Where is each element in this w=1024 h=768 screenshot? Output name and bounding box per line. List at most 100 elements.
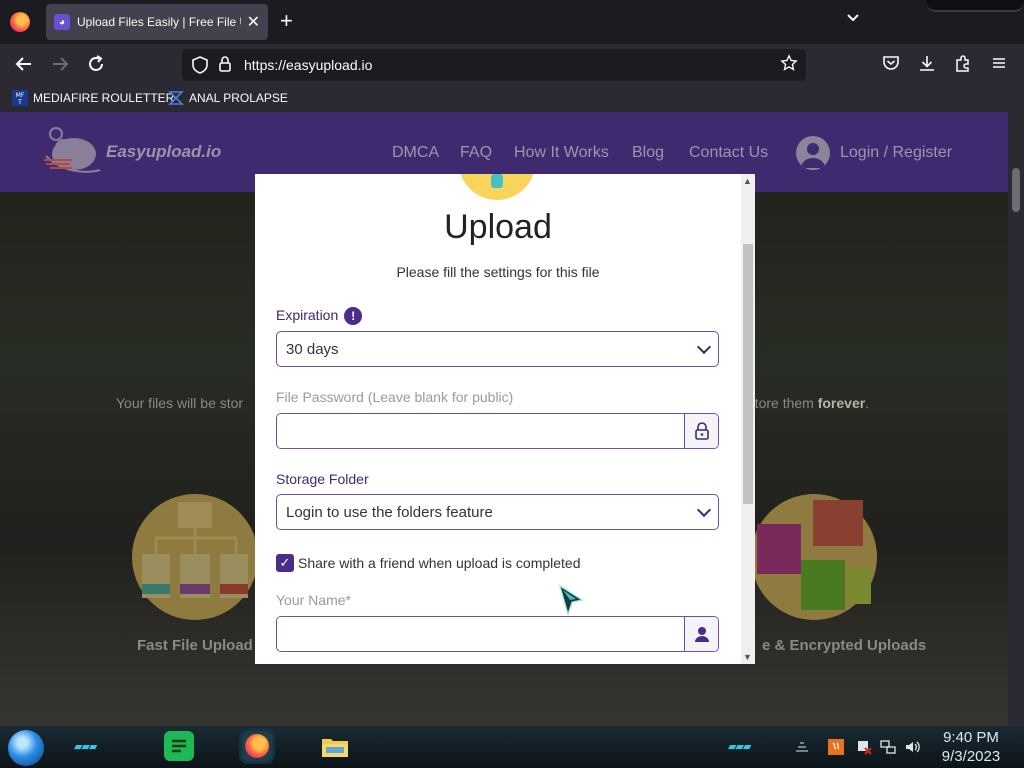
expiration-select[interactable]: 30 days bbox=[276, 331, 719, 367]
info-exclamation-icon[interactable]: ! bbox=[344, 307, 363, 326]
your-name-label: Your Name* bbox=[276, 592, 351, 608]
taskbar-notes-app[interactable] bbox=[164, 731, 194, 761]
pocket-button[interactable] bbox=[882, 54, 900, 76]
bookmark-anal-prolapse[interactable]: ANAL PROLAPSE bbox=[168, 90, 288, 106]
nav-link-how-it-works[interactable]: How It Works bbox=[514, 144, 609, 162]
clock-date: 9/3/2023 bbox=[941, 748, 1001, 765]
mf-icon: MF T bbox=[12, 90, 28, 106]
bookmarks-toolbar: MF T MEDIAFIRE ROULETTER ANAL PROLAPSE bbox=[0, 86, 1024, 112]
new-tab-button[interactable]: + bbox=[280, 10, 293, 32]
app-menu-button[interactable] bbox=[990, 54, 1008, 76]
file-password-input[interactable] bbox=[277, 414, 684, 448]
feature-label-encrypted: e & Encrypted Uploads bbox=[762, 637, 927, 654]
page-scrollbar[interactable] bbox=[1008, 112, 1024, 726]
address-bar[interactable]: https://easyupload.io bbox=[182, 49, 806, 81]
scroll-down-arrow-icon[interactable]: ▼ bbox=[743, 652, 752, 662]
puzzle-icon bbox=[956, 55, 969, 72]
taskbar-decoration-icon: ▰▰▰ bbox=[728, 741, 751, 753]
tab-title: Upload Files Easily | Free File Up bbox=[77, 15, 241, 29]
svg-text:T: T bbox=[17, 99, 22, 106]
encrypted-upload-illustration bbox=[751, 494, 877, 620]
downloads-button[interactable] bbox=[918, 54, 936, 76]
show-hidden-icons-icon[interactable] bbox=[794, 739, 810, 755]
download-icon bbox=[920, 56, 934, 71]
url-text[interactable]: https://easyupload.io bbox=[244, 57, 372, 73]
easyupload-favicon-icon: ◕ bbox=[54, 14, 70, 30]
flowchart-illustration-icon bbox=[142, 502, 248, 598]
page-scrollbar-thumb[interactable] bbox=[1012, 168, 1020, 212]
folder-icon bbox=[322, 739, 348, 757]
site-brand-name: Easyupload.io bbox=[106, 142, 222, 161]
bookmark-mediafire-rouletter[interactable]: MF T MEDIAFIRE ROULETTER bbox=[12, 90, 174, 106]
list-all-tabs-button[interactable] bbox=[846, 10, 860, 26]
nav-link-blog[interactable]: Blog bbox=[632, 144, 664, 162]
navigation-toolbar: https://easyupload.io bbox=[0, 44, 1024, 86]
hero-text-left: Your files will be stor bbox=[116, 395, 244, 411]
action-center-flag-icon[interactable] bbox=[856, 739, 872, 755]
expiration-label-text: Expiration bbox=[276, 307, 339, 323]
forward-button[interactable] bbox=[50, 54, 70, 78]
modal-scrollbar[interactable]: ▲ ▼ bbox=[741, 174, 755, 664]
expiration-selected-value: 30 days bbox=[286, 340, 339, 358]
storage-folder-selected-value: Login to use the folders feature bbox=[286, 503, 493, 521]
user-avatar-icon bbox=[796, 136, 830, 170]
mouse-cursor-icon bbox=[558, 584, 584, 617]
bookmark-star-icon[interactable] bbox=[780, 54, 798, 72]
firefox-app-icon bbox=[245, 734, 269, 758]
modal-title: Upload bbox=[444, 208, 552, 246]
close-tab-icon[interactable]: ✕ bbox=[247, 12, 260, 32]
padlock-icon bbox=[694, 422, 709, 440]
storage-folder-label: Storage Folder bbox=[276, 471, 369, 487]
taskbar: ▰▰▰ ▰▰▰ 9:40 PM 9/3/2023 bbox=[0, 726, 1024, 768]
reload-icon bbox=[89, 55, 103, 71]
share-with-friend-label[interactable]: Share with a friend when upload is compl… bbox=[298, 555, 581, 571]
lock-icon[interactable] bbox=[218, 55, 232, 73]
scroll-up-arrow-icon[interactable]: ▲ bbox=[743, 176, 752, 186]
user-icon bbox=[694, 627, 709, 642]
svg-text:MF: MF bbox=[16, 92, 25, 99]
taskbar-file-explorer[interactable] bbox=[320, 731, 350, 761]
network-icon[interactable] bbox=[880, 739, 896, 755]
feature-label-fast-upload: Fast File Upload bbox=[137, 637, 253, 654]
nav-link-dmca[interactable]: DMCA bbox=[392, 144, 439, 162]
login-register-link[interactable]: Login / Register bbox=[796, 136, 952, 170]
fast-upload-illustration bbox=[132, 494, 258, 620]
your-name-group bbox=[276, 616, 719, 652]
arrow-left-icon bbox=[15, 57, 31, 71]
arrow-right-icon bbox=[53, 57, 69, 71]
nav-link-faq[interactable]: FAQ bbox=[460, 144, 492, 162]
window-frame-decoration bbox=[926, 0, 1024, 12]
start-button[interactable] bbox=[8, 730, 44, 766]
file-password-label: File Password (Leave blank for public) bbox=[276, 389, 514, 405]
taskbar-firefox[interactable] bbox=[242, 731, 272, 761]
chevron-down-icon bbox=[696, 339, 712, 354]
nav-link-contact-us[interactable]: Contact Us bbox=[689, 144, 768, 162]
extensions-button[interactable] bbox=[954, 54, 972, 76]
browser-tab-bar: ◕ Upload Files Easily | Free File Up ✕ + bbox=[0, 0, 1024, 44]
modal-scrollbar-thumb[interactable] bbox=[743, 244, 753, 504]
share-with-friend-row: ✓ Share with a friend when upload is com… bbox=[276, 554, 581, 572]
your-name-input[interactable] bbox=[277, 617, 684, 651]
clock-time: 9:40 PM bbox=[943, 729, 999, 746]
reload-button[interactable] bbox=[86, 54, 106, 78]
taskbar-decoration-icon: ▰▰▰ bbox=[74, 741, 97, 753]
bookmark-glyph-icon bbox=[168, 91, 184, 105]
back-button[interactable] bbox=[14, 54, 34, 78]
modal-subtitle: Please fill the settings for this file bbox=[396, 264, 600, 280]
firefox-icon[interactable] bbox=[10, 12, 30, 32]
notes-app-icon bbox=[172, 739, 186, 753]
upload-badge-dot bbox=[491, 174, 503, 188]
share-with-friend-checkbox[interactable]: ✓ bbox=[276, 554, 294, 572]
chevron-down-icon bbox=[696, 502, 712, 517]
tracking-protection-shield-icon[interactable] bbox=[192, 56, 208, 74]
hamburger-menu-icon bbox=[993, 58, 1005, 68]
storage-folder-select[interactable]: Login to use the folders feature bbox=[276, 494, 719, 530]
file-password-group bbox=[276, 413, 719, 449]
site-logo[interactable]: Easyupload.io bbox=[42, 126, 221, 178]
java-tray-icon[interactable] bbox=[828, 739, 844, 755]
tab-upload-files[interactable]: ◕ Upload Files Easily | Free File Up ✕ bbox=[46, 4, 268, 40]
bookmark-label: MEDIAFIRE ROULETTER bbox=[33, 91, 175, 105]
system-clock[interactable]: 9:40 PM 9/3/2023 bbox=[936, 728, 1006, 766]
volume-icon[interactable] bbox=[904, 739, 920, 755]
hero-text-right: d store them forever. bbox=[736, 395, 869, 411]
